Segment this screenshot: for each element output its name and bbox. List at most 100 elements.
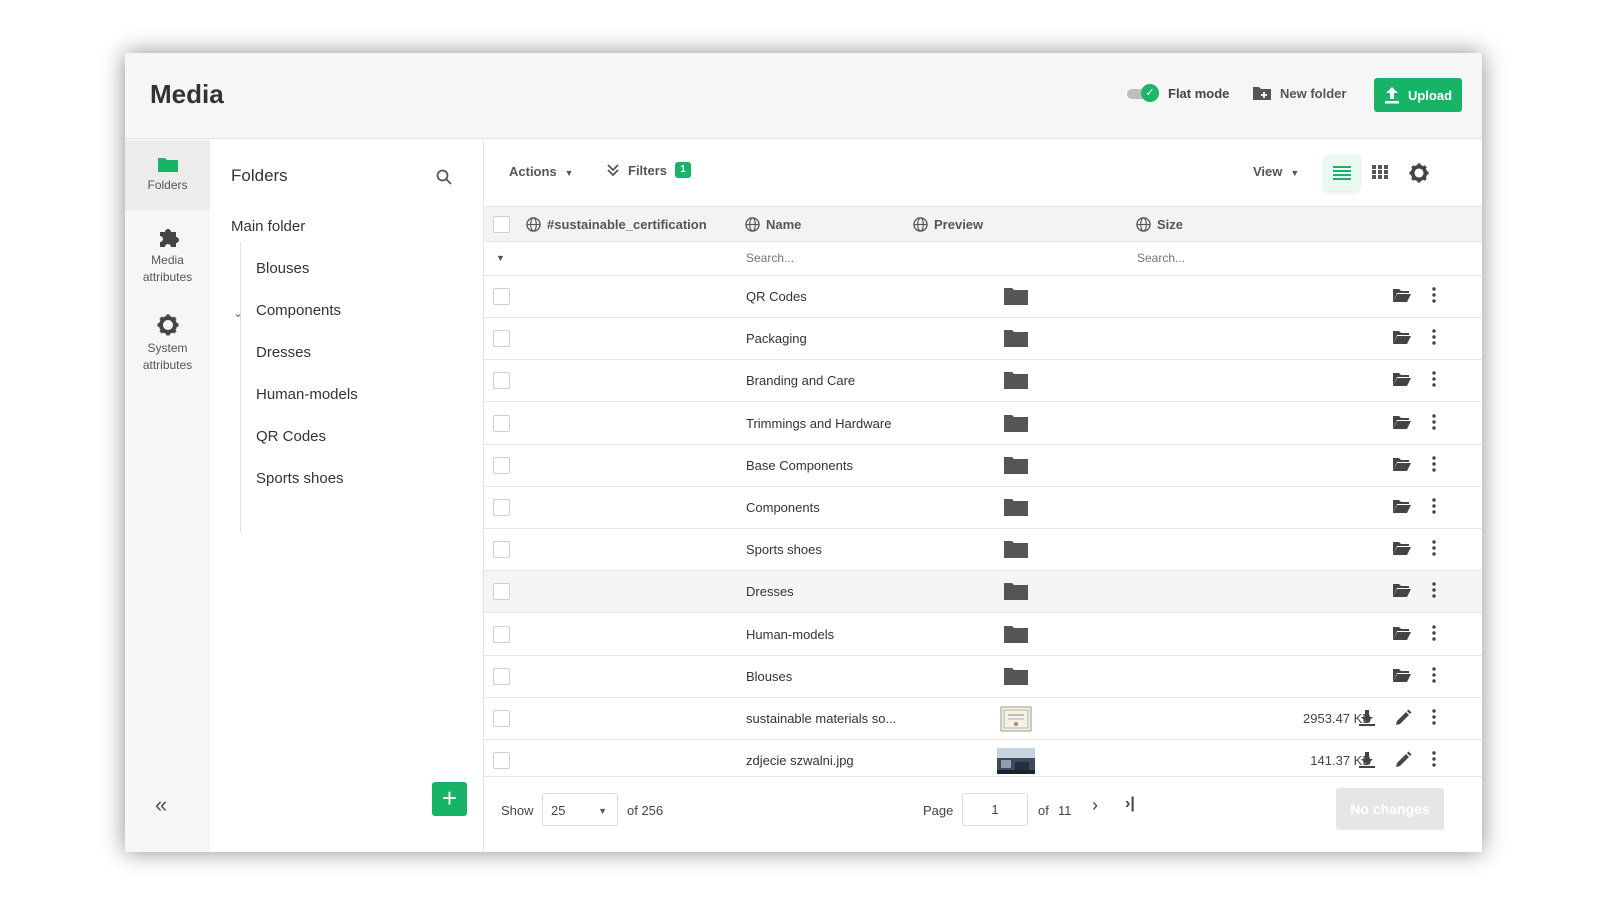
chevron-down-icon[interactable]: ⌄ [233, 306, 243, 320]
folder-tree-item-main[interactable]: Main folder [231, 218, 305, 235]
download-button[interactable] [1358, 751, 1376, 774]
folders-panel: Folders Main folder Blouses ⌄ Components… [210, 140, 484, 852]
page-number-input[interactable]: 1 [962, 793, 1028, 826]
row-checkbox[interactable] [493, 330, 510, 348]
more-options-icon[interactable] [1432, 582, 1438, 603]
nav-item-system-attributes[interactable]: System attributes [125, 308, 210, 380]
nav-item-folders[interactable]: Folders [125, 140, 210, 210]
row-checkbox[interactable] [493, 499, 510, 516]
view-dropdown[interactable]: View ▼ [1253, 164, 1299, 179]
row-name[interactable]: Sports shoes [746, 542, 822, 557]
table-row[interactable]: Components [484, 487, 1482, 529]
more-options-icon[interactable] [1432, 413, 1438, 435]
row-checkbox[interactable] [493, 752, 510, 770]
table-row[interactable]: Sports shoes [484, 529, 1482, 572]
row-checkbox[interactable] [493, 667, 510, 685]
more-options-icon[interactable] [1432, 371, 1438, 392]
settings-gear-icon[interactable] [1409, 163, 1429, 183]
more-options-icon[interactable] [1432, 709, 1438, 730]
more-options-icon[interactable] [1432, 456, 1438, 477]
upload-button[interactable]: Upload [1374, 78, 1462, 112]
grid-view-icon[interactable] [1372, 164, 1388, 180]
row-name[interactable]: sustainable materials so... [746, 711, 896, 726]
row-name[interactable]: QR Codes [746, 289, 807, 304]
row-checkbox[interactable] [493, 541, 510, 559]
open-folder-button[interactable] [1392, 329, 1412, 350]
next-page-icon[interactable]: › [1092, 795, 1098, 816]
no-changes-button[interactable]: No changes [1336, 788, 1444, 830]
row-name[interactable]: Human-models [746, 627, 834, 642]
row-checkbox[interactable] [493, 625, 510, 643]
select-all-checkbox[interactable] [493, 216, 510, 233]
of-label: of [1038, 803, 1049, 818]
row-name[interactable]: Branding and Care [746, 373, 855, 388]
actions-dropdown[interactable]: Actions ▼ [509, 164, 574, 179]
nav-item-media-attributes[interactable]: Media attributes [125, 220, 210, 292]
collapse-sidebar-icon[interactable]: « [155, 792, 167, 818]
new-folder-button[interactable]: New folder [1252, 82, 1346, 104]
download-button[interactable] [1358, 709, 1376, 732]
table-row[interactable]: sustainable materials so... 2953.47 KB [484, 698, 1482, 740]
row-checkbox[interactable] [493, 583, 510, 601]
open-folder-button[interactable] [1392, 456, 1412, 477]
table-row[interactable]: Base Components [484, 444, 1482, 487]
more-options-icon[interactable] [1432, 624, 1438, 646]
folder-tree-item[interactable]: Dresses [256, 344, 311, 361]
table-row[interactable]: Dresses [484, 571, 1482, 614]
open-folder-button[interactable] [1392, 414, 1412, 435]
last-page-icon[interactable]: ›| [1125, 795, 1135, 813]
row-name[interactable]: Base Components [746, 458, 853, 473]
search-icon[interactable] [436, 169, 452, 185]
edit-button[interactable] [1394, 751, 1412, 774]
row-name[interactable]: Components [746, 500, 820, 515]
folder-tree-item[interactable]: QR Codes [256, 428, 326, 445]
open-folder-button[interactable] [1392, 540, 1412, 561]
open-folder-button[interactable] [1392, 667, 1412, 688]
list-view-button[interactable] [1324, 155, 1360, 191]
table-row[interactable]: Human-models [484, 613, 1482, 656]
flat-mode-toggle[interactable]: ✓ [1127, 84, 1159, 102]
filters-button[interactable]: Filters 1 [606, 162, 692, 178]
open-folder-button[interactable] [1392, 582, 1412, 603]
column-header-size[interactable]: Size [1136, 217, 1183, 232]
table-row[interactable]: Branding and Care [484, 360, 1482, 403]
more-options-icon[interactable] [1432, 667, 1438, 688]
row-preview [1003, 328, 1029, 353]
column-header-certification[interactable]: #sustainable_certification [526, 217, 707, 232]
folder-tree-item[interactable]: Sports shoes [256, 470, 344, 487]
row-checkbox[interactable] [493, 288, 510, 305]
folder-tree-item[interactable]: Human-models [256, 386, 358, 403]
open-folder-button[interactable] [1392, 287, 1412, 308]
more-options-icon[interactable] [1432, 287, 1438, 308]
row-name[interactable]: Dresses [746, 584, 794, 599]
page-size-select[interactable]: 25 ▼ [542, 793, 618, 826]
column-header-preview[interactable]: Preview [913, 217, 983, 232]
row-checkbox[interactable] [493, 710, 510, 727]
more-options-icon[interactable] [1432, 329, 1438, 350]
more-options-icon[interactable] [1432, 751, 1438, 772]
row-name[interactable]: Blouses [746, 669, 792, 684]
edit-button[interactable] [1394, 709, 1412, 732]
more-options-icon[interactable] [1432, 498, 1438, 519]
open-folder-button[interactable] [1392, 371, 1412, 392]
folder-tree-item[interactable]: Components [256, 302, 341, 319]
size-search-input[interactable] [1137, 251, 1287, 265]
folder-tree-item[interactable]: Blouses [256, 260, 309, 277]
name-search-input[interactable] [746, 251, 896, 265]
row-checkbox[interactable] [493, 372, 510, 390]
open-folder-button[interactable] [1392, 498, 1412, 519]
row-name[interactable]: zdjecie szwalni.jpg [746, 753, 854, 768]
more-options-icon[interactable] [1432, 540, 1438, 561]
row-name[interactable]: Packaging [746, 331, 807, 346]
column-header-name[interactable]: Name [745, 217, 801, 232]
row-name[interactable]: Trimmings and Hardware [746, 416, 891, 431]
add-folder-button[interactable]: + [432, 782, 467, 816]
caret-down-icon[interactable]: ▼ [496, 253, 505, 263]
table-row[interactable]: Trimmings and Hardware [484, 402, 1482, 445]
table-row[interactable]: QR Codes [484, 276, 1482, 318]
row-checkbox[interactable] [493, 414, 510, 432]
row-checkbox[interactable] [493, 456, 510, 474]
table-row[interactable]: Blouses [484, 655, 1482, 698]
table-row[interactable]: Packaging [484, 318, 1482, 361]
open-folder-button[interactable] [1392, 625, 1412, 646]
